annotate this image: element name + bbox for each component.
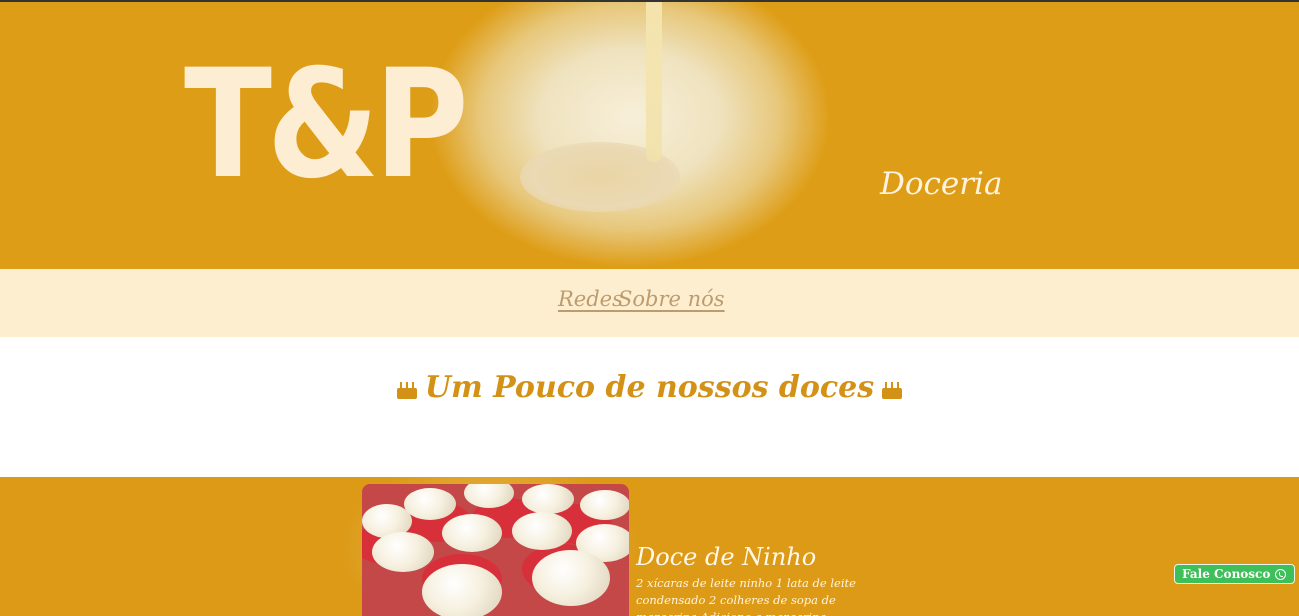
whatsapp-icon: [1275, 568, 1287, 580]
contact-button[interactable]: Fale Conosco: [1174, 564, 1296, 584]
site-header: T&P Doceria: [0, 2, 1299, 269]
cake-icon: [396, 379, 417, 399]
section-title: Um Pouco de nossos doces: [0, 370, 1299, 405]
product-description: 2 xícaras de leite ninho 1 lata de leite…: [636, 576, 856, 616]
logo[interactable]: T&P: [184, 50, 469, 200]
contact-button-label: Fale Conosco: [1182, 567, 1271, 581]
hero-image-pour: [646, 2, 662, 162]
nav-link-redes[interactable]: Redes: [558, 287, 623, 311]
product-section: Doce de Ninho 2 xícaras de leite ninho 1…: [0, 477, 1299, 616]
nav-link-sobre-nos[interactable]: Sobre nós: [618, 287, 725, 311]
main-nav: Redes Sobre nós: [0, 269, 1299, 337]
product-image: [362, 484, 629, 616]
tagline: Doceria: [880, 166, 1003, 202]
cake-icon: [882, 379, 903, 399]
section-title-text: Um Pouco de nossos doces: [424, 370, 875, 405]
product-name: Doce de Ninho: [636, 543, 817, 571]
